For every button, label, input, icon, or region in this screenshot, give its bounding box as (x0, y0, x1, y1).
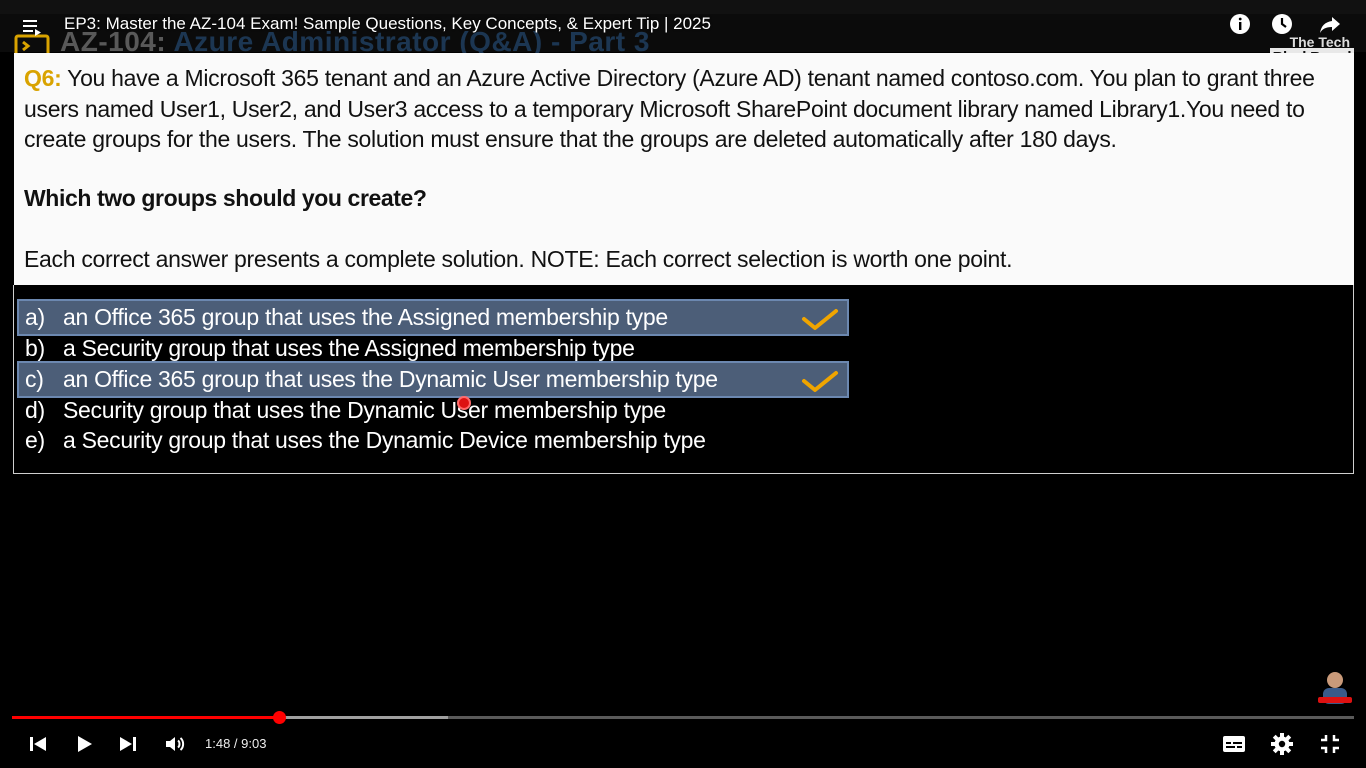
option-b: b) a Security group that uses the Assign… (19, 332, 847, 366)
question-body: You have a Microsoft 365 tenant and an A… (24, 65, 1315, 152)
skip-previous-icon[interactable] (26, 732, 50, 756)
question-note: Each correct answer presents a complete … (24, 246, 1013, 272)
check-icon (802, 371, 838, 392)
option-letter: b) (25, 335, 45, 361)
question-text: Q6: You have a Microsoft 365 tenant and … (24, 63, 1344, 155)
option-letter: a) (25, 304, 45, 330)
option-e: e) a Security group that uses the Dynami… (19, 424, 847, 458)
option-d: d) Security group that uses the Dynamic … (19, 394, 847, 428)
time-display: 1:48 / 9:03 (205, 736, 267, 751)
option-a: a) an Office 365 group that uses the Ass… (17, 299, 849, 336)
progress-scrubber[interactable] (273, 711, 287, 724)
option-c: c) an Office 365 group that uses the Dyn… (17, 361, 849, 398)
skip-next-icon[interactable] (116, 732, 140, 756)
question-number: Q6: (24, 65, 62, 91)
progress-played (12, 716, 280, 719)
option-text: an Office 365 group that uses the Dynami… (63, 366, 718, 392)
subtitles-icon[interactable] (1222, 732, 1246, 756)
gear-icon[interactable] (1270, 732, 1294, 756)
option-text: a Security group that uses the Dynamic D… (63, 427, 706, 453)
option-letter: e) (25, 427, 45, 453)
info-icon[interactable] (1228, 12, 1252, 36)
pointer-highlight (457, 396, 471, 410)
progress-bar[interactable] (12, 711, 1354, 724)
question-panel: Q6: You have a Microsoft 365 tenant and … (14, 53, 1354, 285)
answers-panel: a) an Office 365 group that uses the Ass… (13, 285, 1354, 474)
playlist-icon[interactable] (20, 15, 44, 39)
share-icon[interactable] (1318, 12, 1342, 36)
top-bar (0, 0, 1366, 14)
video-title[interactable]: EP3: Master the AZ-104 Exam! Sample Ques… (64, 14, 711, 34)
play-icon[interactable] (72, 732, 96, 756)
subscribe-avatar[interactable] (1316, 668, 1354, 706)
volume-icon[interactable] (163, 732, 187, 756)
question-ask: Which two groups should you create? (24, 185, 427, 211)
option-letter: d) (25, 397, 45, 423)
option-text: Security group that uses the Dynamic Use… (63, 397, 666, 423)
exit-fullscreen-icon[interactable] (1318, 732, 1342, 756)
option-text: an Office 365 group that uses the Assign… (63, 304, 668, 330)
option-letter: c) (25, 366, 44, 392)
check-icon (802, 309, 838, 330)
clock-icon[interactable] (1270, 12, 1294, 36)
option-text: a Security group that uses the Assigned … (63, 335, 635, 361)
